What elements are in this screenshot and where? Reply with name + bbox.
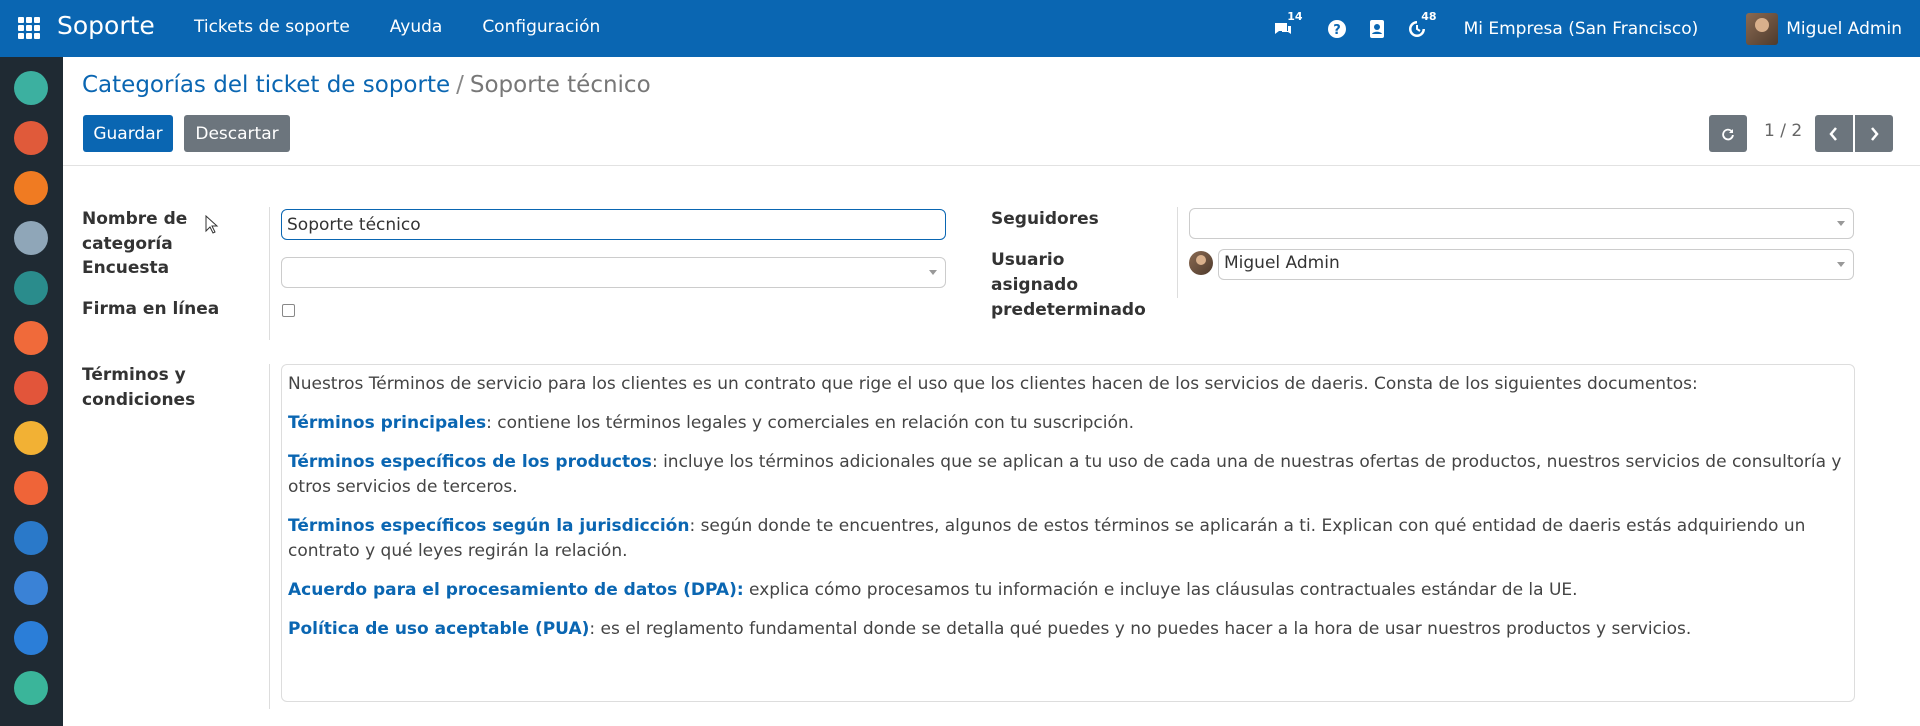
activities-badge: 48 bbox=[1418, 9, 1440, 23]
contact-book-icon[interactable] bbox=[1366, 18, 1388, 40]
user-menu[interactable]: Miguel Admin bbox=[1786, 19, 1902, 39]
breadcrumb-separator: / bbox=[456, 72, 464, 98]
chevron-down-icon bbox=[1837, 262, 1845, 267]
default-user-value: Miguel Admin bbox=[1224, 253, 1340, 273]
breadcrumb-current: Soporte técnico bbox=[469, 72, 651, 98]
systray: 14 ? 48 Mi Empresa (San Francisco) Migue… bbox=[1272, 0, 1920, 57]
survey-label: Encuesta bbox=[82, 258, 170, 278]
terms-editor[interactable]: Nuestros Términos de servicio para los c… bbox=[281, 364, 1855, 702]
discard-button[interactable]: Descartar bbox=[184, 115, 290, 152]
save-button[interactable]: Guardar bbox=[83, 115, 173, 152]
chevron-right-icon bbox=[1871, 126, 1879, 141]
help-icon[interactable]: ? bbox=[1326, 18, 1348, 40]
chevron-down-icon bbox=[929, 270, 937, 275]
elearning-app-icon[interactable] bbox=[14, 421, 48, 455]
pager-next-button[interactable] bbox=[1855, 115, 1893, 152]
terms-paragraph: Términos principales: contiene los térmi… bbox=[288, 413, 1135, 433]
followers-select[interactable] bbox=[1189, 208, 1854, 239]
terms-divider bbox=[269, 364, 270, 709]
activities-icon[interactable]: 48 bbox=[1406, 9, 1440, 40]
right-group-divider bbox=[1177, 207, 1178, 298]
messages-badge: 14 bbox=[1284, 9, 1306, 23]
apps-menu-icon[interactable] bbox=[18, 17, 40, 39]
appraisal-app-icon[interactable] bbox=[14, 471, 48, 505]
main-menu: Tickets de soporte Ayuda Configuración bbox=[194, 17, 600, 37]
online-signature-checkbox[interactable] bbox=[282, 304, 295, 317]
chevron-down-icon bbox=[1837, 221, 1845, 226]
breadcrumb-parent[interactable]: Categorías del ticket de soporte bbox=[82, 72, 450, 98]
crm-app-icon[interactable] bbox=[14, 321, 48, 355]
notes-app-icon[interactable] bbox=[14, 171, 48, 205]
company-switcher[interactable]: Mi Empresa (San Francisco) bbox=[1464, 19, 1699, 39]
employees-app-icon[interactable] bbox=[14, 271, 48, 305]
category-name-label: Nombre de categoría bbox=[82, 209, 188, 254]
discuss-app-icon[interactable] bbox=[14, 71, 48, 105]
calculator-app-icon[interactable] bbox=[14, 571, 48, 605]
timer-app-icon[interactable] bbox=[14, 671, 48, 705]
pager-value[interactable]: 1 / 2 bbox=[1764, 121, 1802, 141]
apps-sidebar bbox=[0, 57, 63, 726]
pager-previous-button[interactable] bbox=[1815, 115, 1853, 152]
menu-item-tickets[interactable]: Tickets de soporte bbox=[194, 17, 350, 37]
svg-text:?: ? bbox=[1333, 23, 1341, 38]
terms-paragraph: Términos específicos de los productos: i… bbox=[288, 452, 1842, 497]
menu-item-help[interactable]: Ayuda bbox=[390, 17, 443, 37]
category-name-input[interactable] bbox=[281, 209, 946, 240]
refresh-icon bbox=[1722, 128, 1734, 140]
terms-paragraph: Términos específicos según la jurisdicci… bbox=[288, 516, 1806, 561]
survey-select[interactable] bbox=[281, 257, 946, 288]
reporting-app-icon[interactable] bbox=[14, 371, 48, 405]
terms-paragraph: Política de uso aceptable (PUA): es el r… bbox=[288, 619, 1692, 639]
left-group-divider bbox=[269, 207, 270, 340]
messages-icon[interactable]: 14 bbox=[1272, 9, 1306, 40]
assigned-user-avatar bbox=[1189, 251, 1213, 275]
breadcrumb: Categorías del ticket de soporte / Soporte… bbox=[82, 72, 651, 98]
app-brand[interactable]: Soporte bbox=[57, 11, 155, 40]
calendar-app-icon[interactable] bbox=[14, 121, 48, 155]
terms-paragraph: Nuestros Términos de servicio para los c… bbox=[288, 374, 1698, 394]
contacts-app-icon[interactable] bbox=[14, 221, 48, 255]
default-user-select[interactable]: Miguel Admin bbox=[1218, 249, 1854, 280]
events-app-icon[interactable] bbox=[14, 621, 48, 655]
chevron-left-icon bbox=[1829, 126, 1837, 141]
mobile-app-icon[interactable] bbox=[14, 521, 48, 555]
top-navbar: Soporte Tickets de soporte Ayuda Configu… bbox=[0, 0, 1920, 57]
online-signature-label: Firma en línea bbox=[82, 299, 220, 319]
menu-item-configuration[interactable]: Configuración bbox=[482, 17, 600, 37]
default-user-label: Usuario asignado predeterminado bbox=[991, 250, 1146, 320]
user-avatar[interactable] bbox=[1746, 12, 1779, 45]
terms-label: Términos y condiciones bbox=[82, 365, 196, 410]
followers-label: Seguidores bbox=[991, 209, 1099, 229]
mouse-cursor-icon bbox=[205, 215, 219, 234]
refresh-button[interactable] bbox=[1709, 115, 1747, 152]
control-panel-divider bbox=[63, 165, 1920, 166]
terms-paragraph: Acuerdo para el procesamiento de datos (… bbox=[288, 580, 1578, 600]
